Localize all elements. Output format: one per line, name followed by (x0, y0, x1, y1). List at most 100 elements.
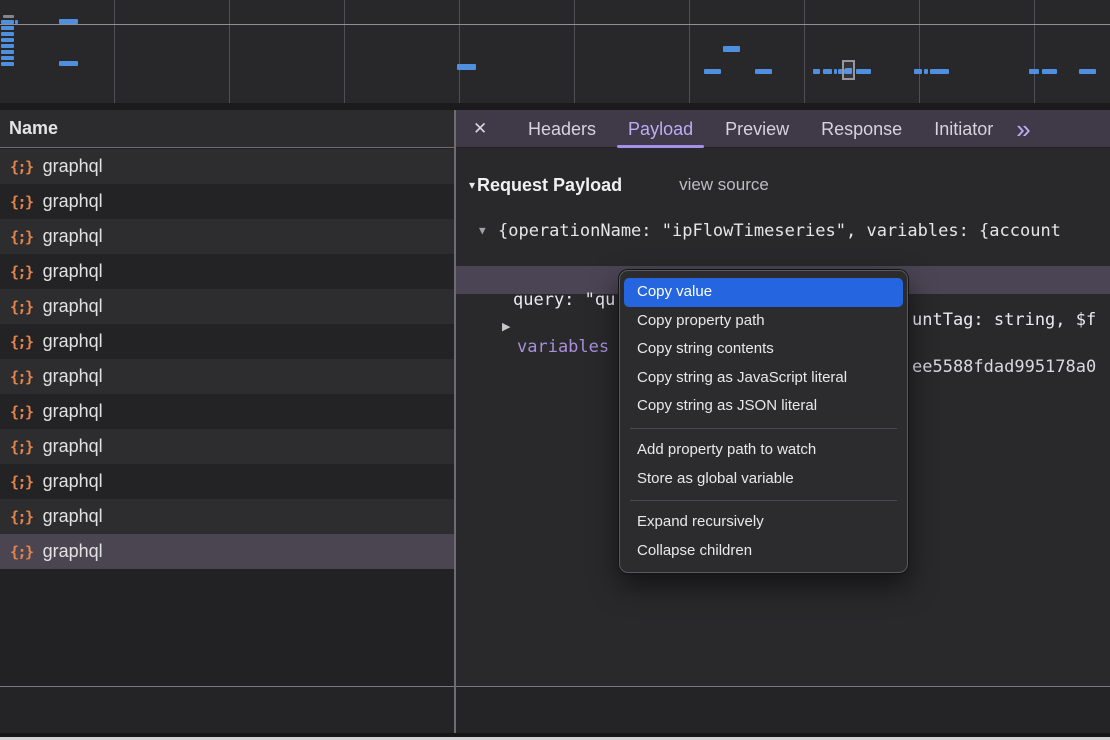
context-menu: Copy valueCopy property pathCopy string … (619, 270, 908, 573)
overview-selected-marker (842, 60, 855, 80)
request-name: graphql (43, 156, 103, 177)
overview-request-bar (59, 19, 78, 24)
overview-request-bar (755, 69, 772, 74)
request-row[interactable]: {;} graphql (0, 219, 454, 254)
tab-list: HeadersPayloadPreviewResponseInitiator (509, 110, 1006, 148)
payload-root-row[interactable]: ▼ {operationName: "ipFlowTimeseries", va… (479, 220, 1110, 242)
json-icon: {;} (10, 368, 33, 386)
overview-request-bar (914, 69, 922, 74)
section-title: Request Payload (477, 175, 622, 196)
overview-request-bar (1, 32, 14, 36)
tab-initiator[interactable]: Initiator (921, 110, 1006, 148)
menu-item-add-property-path-to-watch[interactable]: Add property path to watch (624, 436, 903, 465)
overview-gridline (919, 0, 920, 103)
request-name: graphql (43, 191, 103, 212)
overview-gridline (1034, 0, 1035, 103)
overview-gridline (804, 0, 805, 103)
request-name: graphql (43, 471, 103, 492)
request-row[interactable]: {;} graphql (0, 324, 454, 359)
request-name: graphql (43, 226, 103, 247)
request-name: graphql (43, 331, 103, 352)
json-icon: {;} (10, 228, 33, 246)
more-tabs-button[interactable]: » (1016, 112, 1030, 146)
tab-preview[interactable]: Preview (712, 110, 802, 148)
request-row[interactable]: {;}graphql (0, 534, 454, 569)
expand-closed-triangle-icon[interactable]: ▶ (502, 314, 510, 340)
request-name: graphql (43, 506, 103, 527)
operation-name-row[interactable]: operationName: "ipFlowTimeseries" (513, 242, 912, 266)
overview-request-bar (1029, 69, 1039, 74)
menu-item-copy-string-as-json-literal[interactable]: Copy string as JSON literal (624, 392, 903, 421)
overview-gridline (574, 0, 575, 103)
request-row[interactable]: {;} graphql (0, 499, 454, 534)
json-icon: {;} (10, 158, 33, 176)
json-icon: {;} (10, 333, 33, 351)
close-details-button[interactable]: ✕ (473, 119, 497, 139)
overview-request-bar (856, 69, 871, 74)
expand-open-triangle-icon[interactable]: ▼ (479, 220, 498, 242)
request-row[interactable]: {;}graphql (0, 289, 454, 324)
name-column-header[interactable]: Name (0, 110, 454, 148)
network-overview[interactable] (0, 0, 1110, 103)
menu-item-copy-value[interactable]: Copy value (624, 278, 903, 307)
overview-request-bar (813, 69, 820, 74)
menu-item-copy-string-contents[interactable]: Copy string contents (624, 335, 903, 364)
json-icon: {;} (10, 508, 33, 526)
tab-headers[interactable]: Headers (515, 110, 609, 148)
overview-request-bar (723, 46, 740, 52)
json-icon: {;} (10, 403, 33, 421)
overview-gridline (459, 0, 460, 103)
menu-item-store-as-global-variable[interactable]: Store as global variable (624, 465, 903, 494)
menu-item-collapse-children[interactable]: Collapse children (624, 537, 903, 566)
overview-request-bar (1, 44, 14, 48)
json-icon: {;} (10, 543, 33, 561)
request-row[interactable]: {;}graphql (0, 254, 454, 289)
overview-request-bar (59, 61, 78, 66)
json-icon: {;} (10, 473, 33, 491)
name-column-label: Name (9, 118, 58, 138)
menu-item-copy-string-as-javascript-literal[interactable]: Copy string as JavaScript literal (624, 364, 903, 393)
overview-request-bar (1, 62, 14, 66)
overview-request-bar (457, 64, 476, 70)
request-row[interactable]: {;} graphql (0, 149, 454, 184)
overview-request-bar (704, 69, 721, 74)
tab-response[interactable]: Response (808, 110, 915, 148)
menu-item-copy-property-path[interactable]: Copy property path (624, 307, 903, 336)
request-name: graphql (43, 261, 103, 282)
request-row[interactable]: {;} graphql (0, 429, 454, 464)
devtools-window: Name {;}graphql{;}graphql{;}graphql{;}gr… (0, 0, 1110, 737)
request-name: graphql (43, 366, 103, 387)
request-list: {;} graphql {;} graphql {;} graphql {;} graphql… (0, 149, 454, 569)
json-icon: {;} (10, 193, 33, 211)
section-collapse-triangle-icon[interactable]: ▾ (469, 178, 475, 192)
request-row[interactable]: {;} graphql (0, 184, 454, 219)
overview-gridline (229, 0, 230, 103)
json-icon: {;} (10, 298, 33, 316)
panel-split-divider[interactable] (454, 110, 456, 733)
details-tabbar: ✕ HeadersPayloadPreviewResponseInitiator… (456, 110, 1110, 148)
overview-gridline (689, 0, 690, 103)
overview-gridline (344, 0, 345, 103)
view-source-link[interactable]: view source (679, 175, 769, 195)
overview-request-bar (930, 69, 949, 74)
request-row[interactable]: {;} graphql (0, 464, 454, 499)
summary-footer (0, 687, 1110, 733)
overview-lane-divider (0, 24, 1110, 25)
property-key: variables (517, 334, 609, 360)
payload-root-preview: {operationName: "ipFlowTimeseries", vari… (498, 220, 1061, 242)
json-icon: {;} (10, 438, 33, 456)
request-row[interactable]: {;} graphql (0, 359, 454, 394)
window-bottom-edge (0, 733, 1110, 737)
request-row[interactable]: {;}graphql (0, 394, 454, 429)
tab-payload[interactable]: Payload (615, 110, 706, 148)
overview-request-bar (1079, 69, 1096, 74)
overview-request-bar (1, 50, 14, 54)
overview-request-bar (823, 69, 832, 74)
footer-divider (0, 686, 1110, 687)
request-name: graphql (43, 436, 103, 457)
request-payload-section: ▾ Request Payload view source (469, 173, 769, 197)
overview-request-bar (1042, 69, 1057, 74)
menu-item-expand-recursively[interactable]: Expand recursively (624, 508, 903, 537)
menu-separator (630, 428, 897, 429)
menu-separator (630, 500, 897, 501)
